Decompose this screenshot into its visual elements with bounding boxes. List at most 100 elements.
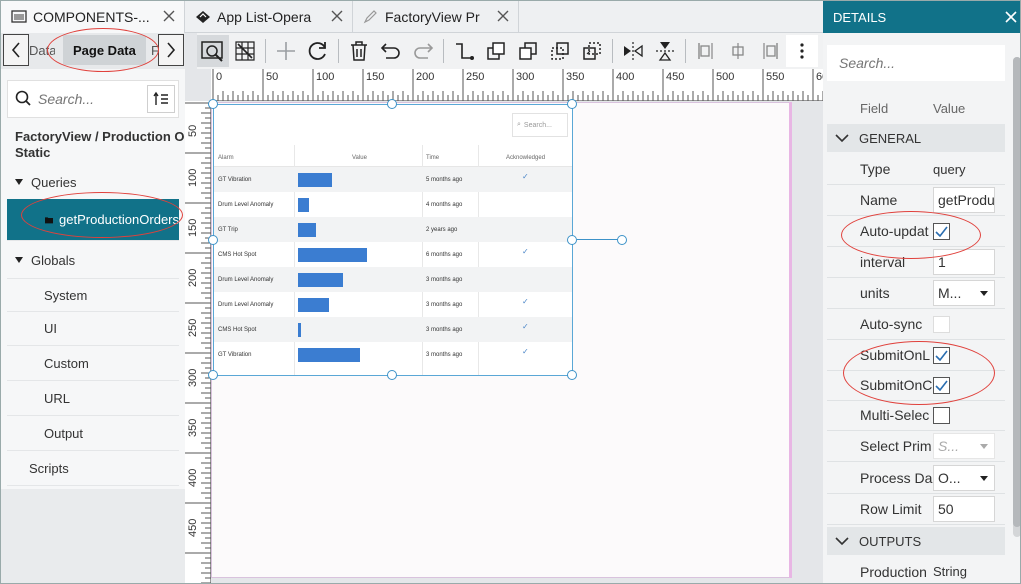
widget-search-box[interactable]: ⌕ Search... <box>512 113 568 137</box>
ruler-label: 400 <box>187 468 199 487</box>
field-label: interval <box>860 254 906 270</box>
details-search-input[interactable] <box>839 55 979 71</box>
tree-label: UI <box>44 321 57 336</box>
tab-app-list[interactable]: App List-Opera <box>185 1 353 33</box>
flip-vertical-button[interactable] <box>649 35 681 67</box>
row-row-limit: Row Limit 50 <box>827 494 1005 525</box>
acknowledged-check[interactable]: ✓ <box>522 247 529 256</box>
resize-handle[interactable] <box>567 235 577 245</box>
left-search-input[interactable] <box>38 91 138 107</box>
acknowledged-check[interactable]: ✓ <box>522 172 529 181</box>
time-cell: 3 months ago <box>426 276 463 283</box>
tab-data[interactable]: Data <box>29 35 55 65</box>
send-back-button[interactable] <box>512 35 544 67</box>
refresh-button[interactable] <box>302 35 334 67</box>
search-icon <box>15 90 31 106</box>
details-scrollbar-thumb[interactable] <box>1013 57 1020 527</box>
rotate-handle[interactable] <box>617 235 627 245</box>
redo-button[interactable] <box>407 35 439 67</box>
units-select[interactable]: M... <box>933 280 995 306</box>
toolbar-separator <box>338 39 339 63</box>
tab-page-data[interactable]: Page Data <box>63 35 146 65</box>
sort-button[interactable] <box>147 85 175 113</box>
resize-handle[interactable] <box>208 370 218 380</box>
tab-factoryview[interactable]: FactoryView Pr <box>353 1 519 33</box>
table-row[interactable]: GT Vibration 5 months ago ✓ <box>214 167 572 192</box>
tree-group-queries[interactable]: Queries <box>7 165 179 199</box>
resize-handle[interactable] <box>567 370 577 380</box>
prev-tab-button[interactable] <box>3 34 29 66</box>
name-value: getProdu <box>938 192 995 208</box>
more-button[interactable] <box>786 35 818 67</box>
resize-handle[interactable] <box>208 235 218 245</box>
tab-components[interactable]: COMPONENTS-... <box>1 1 185 33</box>
value-bar <box>298 273 343 287</box>
undo-button[interactable] <box>375 35 407 67</box>
delete-button[interactable] <box>343 35 375 67</box>
time-cell: 4 months ago <box>426 201 463 208</box>
row-limit-input[interactable]: 50 <box>933 496 995 522</box>
resize-handle[interactable] <box>208 99 218 109</box>
bring-front-button[interactable] <box>480 35 512 67</box>
align-right-button[interactable] <box>754 35 786 67</box>
section-general[interactable]: GENERAL <box>827 124 1005 152</box>
tab-label: COMPONENTS-... <box>33 9 150 25</box>
add-button[interactable] <box>270 35 302 67</box>
table-row[interactable]: Drum Level Anomaly 4 months ago <box>214 192 572 217</box>
flip-horizontal-button[interactable] <box>617 35 649 67</box>
tree-item-ui[interactable]: UI <box>7 312 179 346</box>
acknowledged-check[interactable]: ✓ <box>522 297 529 306</box>
name-input[interactable]: getProdu <box>933 187 995 213</box>
grid-select-button[interactable] <box>229 35 261 67</box>
bring-forward-button[interactable] <box>544 35 576 67</box>
table-row[interactable]: GT Trip 2 years ago <box>214 217 572 242</box>
submit-on-load-checkbox[interactable] <box>933 346 950 364</box>
time-cell: 3 months ago <box>426 351 463 358</box>
align-left-button[interactable] <box>690 35 722 67</box>
send-backward-button[interactable] <box>576 35 608 67</box>
table-row[interactable]: Drum Level Anomaly 3 months ago <box>214 267 572 292</box>
close-icon[interactable] <box>1004 10 1018 24</box>
resize-handle[interactable] <box>387 370 397 380</box>
tree-item-scripts[interactable]: Scripts <box>7 452 179 486</box>
resize-handle[interactable] <box>387 99 397 109</box>
vertical-ruler: 50 100 150 200 250 300 350 400 450 <box>185 101 211 583</box>
ruler-label: 200 <box>187 268 199 287</box>
table-row[interactable]: CMS Hot Spot 6 months ago ✓ <box>214 242 572 267</box>
process-data-select[interactable]: O... <box>933 465 995 491</box>
table-row[interactable]: GT Vibration 3 months ago ✓ <box>214 342 572 367</box>
acknowledged-check[interactable]: ✓ <box>522 322 529 331</box>
connector-button[interactable] <box>448 35 480 67</box>
row-submit-on-change: SubmitOnC <box>827 370 1005 401</box>
row-submit-on-load: SubmitOnL <box>827 340 1005 371</box>
dropdown-arrow-icon <box>980 290 988 296</box>
tree-item-output[interactable]: Output <box>7 417 179 451</box>
interval-input[interactable]: 1 <box>933 249 995 275</box>
field-label: Select Prim <box>860 438 932 454</box>
auto-update-checkbox[interactable] <box>933 222 950 240</box>
submit-on-change-checkbox[interactable] <box>933 376 950 394</box>
value-bar <box>298 323 301 337</box>
auto-sync-checkbox[interactable] <box>933 315 950 333</box>
table-widget[interactable]: ⌕ Search... Alarm Value Time Acknowledge… <box>213 104 573 376</box>
align-center-button[interactable] <box>722 35 754 67</box>
tree-item-getproductionorders[interactable]: getProductionOrders <box>7 199 179 241</box>
tree-item-custom[interactable]: Custom <box>7 347 179 381</box>
close-icon[interactable] <box>330 9 344 23</box>
resize-handle[interactable] <box>567 99 577 109</box>
next-tab-button[interactable] <box>158 34 184 66</box>
horizontal-ruler: 05010015020025030035040045050055060 <box>211 69 828 101</box>
table-row[interactable]: CMS Hot Spot 3 months ago ✓ <box>214 317 572 342</box>
table-row[interactable]: Drum Level Anomaly 3 months ago ✓ <box>214 292 572 317</box>
multi-select-checkbox[interactable] <box>933 406 950 424</box>
preview-button[interactable] <box>197 35 229 67</box>
tree-item-url[interactable]: URL <box>7 382 179 416</box>
close-icon[interactable] <box>162 9 176 23</box>
tree-group-globals[interactable]: Globals <box>7 243 179 277</box>
interval-value: 1 <box>938 254 946 270</box>
section-outputs[interactable]: OUTPUTS <box>827 527 1005 555</box>
close-icon[interactable] <box>496 9 510 23</box>
select-primary-select[interactable]: S... <box>933 433 995 459</box>
acknowledged-check[interactable]: ✓ <box>522 347 529 356</box>
tree-item-system[interactable]: System <box>7 278 179 312</box>
